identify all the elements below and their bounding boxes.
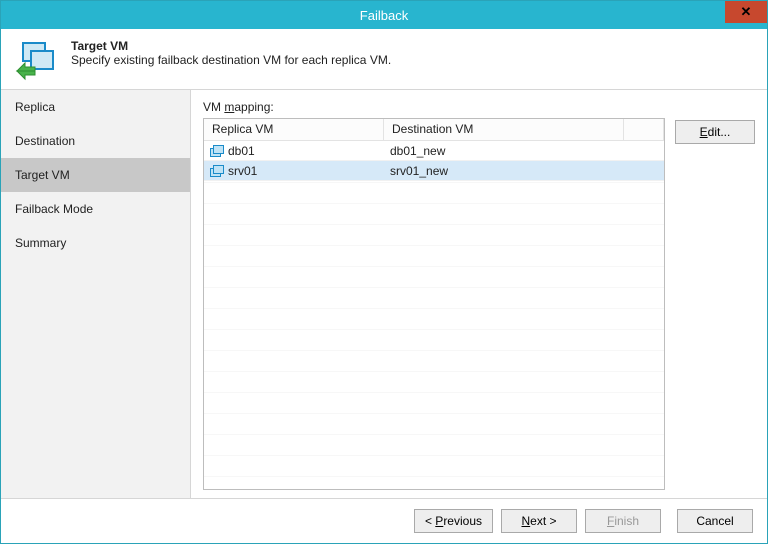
titlebar: Failback ✕ bbox=[1, 1, 767, 29]
header-text-block: Target VM Specify existing failback dest… bbox=[71, 39, 391, 67]
cell-replica-name: srv01 bbox=[228, 164, 257, 178]
grid-header: Replica VM Destination VM bbox=[204, 119, 664, 141]
cell-replica-name: db01 bbox=[228, 144, 255, 158]
vm-icon bbox=[210, 145, 224, 157]
main-panel: VM mapping: Replica VM Destination VM db… bbox=[191, 90, 767, 498]
finish-button: Finish bbox=[585, 509, 661, 533]
wizard-sidebar: Replica Destination Target VM Failback M… bbox=[1, 90, 191, 498]
cell-dest-name: db01_new bbox=[390, 144, 445, 158]
wizard-header: Target VM Specify existing failback dest… bbox=[1, 29, 767, 89]
sidebar-item-failback-mode[interactable]: Failback Mode bbox=[1, 192, 190, 226]
window-title: Failback bbox=[360, 8, 408, 23]
col-header-replica[interactable]: Replica VM bbox=[204, 119, 384, 141]
next-button[interactable]: Next > bbox=[501, 509, 577, 533]
cell-dest-name: srv01_new bbox=[390, 164, 448, 178]
table-row[interactable]: db01 db01_new bbox=[204, 141, 664, 161]
edit-button[interactable]: Edit... bbox=[675, 120, 755, 144]
col-header-dest[interactable]: Destination VM bbox=[384, 119, 624, 141]
failback-wizard-window: Failback ✕ Target VM Specify existing fa… bbox=[0, 0, 768, 544]
vm-mapping-grid[interactable]: Replica VM Destination VM db01 db01_new bbox=[203, 118, 665, 490]
vm-icon bbox=[210, 165, 224, 177]
page-title: Target VM bbox=[71, 39, 391, 53]
cancel-button[interactable]: Cancel bbox=[677, 509, 753, 533]
close-icon: ✕ bbox=[741, 4, 752, 20]
page-description: Specify existing failback destination VM… bbox=[71, 53, 391, 67]
previous-button[interactable]: < Previous bbox=[414, 509, 493, 533]
sidebar-item-destination[interactable]: Destination bbox=[1, 124, 190, 158]
sidebar-item-summary[interactable]: Summary bbox=[1, 226, 190, 260]
sidebar-item-target-vm[interactable]: Target VM bbox=[1, 158, 190, 192]
vm-mapping-label: VM mapping: bbox=[203, 100, 665, 114]
failback-icon bbox=[15, 39, 59, 83]
wizard-body: Replica Destination Target VM Failback M… bbox=[1, 89, 767, 499]
sidebar-item-replica[interactable]: Replica bbox=[1, 90, 190, 124]
table-row[interactable]: srv01 srv01_new bbox=[204, 161, 664, 181]
grid-body: db01 db01_new srv01 srv01_new bbox=[204, 141, 664, 489]
wizard-footer: < Previous Next > Finish Cancel bbox=[1, 499, 767, 543]
close-button[interactable]: ✕ bbox=[725, 1, 767, 23]
